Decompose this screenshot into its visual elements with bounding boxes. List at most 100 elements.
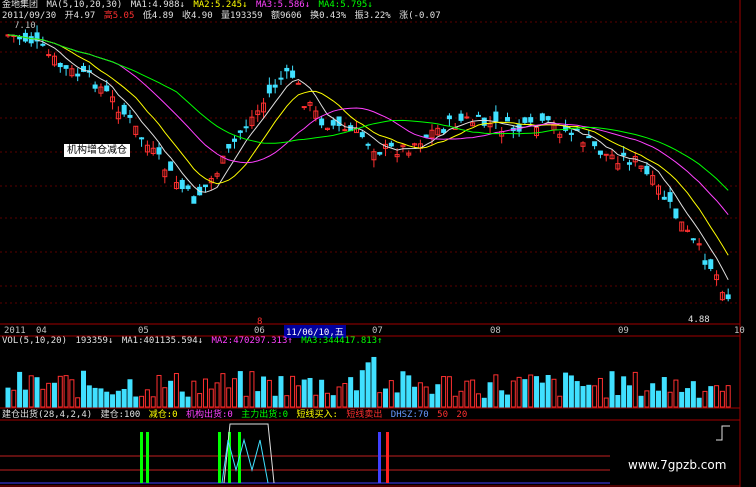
volume-bar	[423, 386, 429, 408]
volume-bar	[685, 388, 691, 408]
volume-bar	[202, 378, 208, 408]
volume-bar	[40, 388, 46, 408]
volume-bar	[330, 395, 336, 408]
watermark: www.7gpzb.com	[628, 458, 727, 472]
volume-bar	[353, 390, 359, 408]
level-20: 20	[456, 410, 468, 420]
candle-body	[446, 115, 452, 120]
volume-bar	[168, 380, 174, 408]
candle-body	[295, 82, 301, 85]
volume-bar	[417, 382, 423, 408]
candle-body	[626, 162, 632, 165]
volume-bar	[46, 382, 52, 408]
volume-bar	[295, 385, 301, 408]
candle-body	[377, 152, 383, 155]
candle-body	[290, 70, 296, 78]
volume-bar	[133, 396, 139, 408]
candle-body	[202, 184, 208, 188]
month-label: 06	[254, 326, 265, 336]
volume-bar	[504, 394, 510, 408]
candle-body	[92, 84, 98, 89]
volume-bar	[34, 377, 40, 408]
volume-bar	[173, 373, 179, 408]
volume-bar	[493, 374, 499, 408]
volume-bar	[226, 387, 232, 408]
volume-bar	[632, 371, 638, 408]
jiancang-out-value: 减仓:0	[148, 410, 178, 420]
volume-bar	[208, 388, 214, 408]
candle-body	[621, 152, 627, 156]
candle-body	[661, 196, 667, 200]
candle-body	[667, 192, 673, 202]
volume-bar	[139, 395, 145, 408]
candle-body	[458, 113, 464, 121]
volume-bar	[592, 385, 598, 408]
candle-body	[441, 129, 447, 133]
month-label: 05	[138, 326, 149, 336]
volume-bar	[516, 376, 522, 408]
volume-bar	[185, 396, 191, 408]
volume-bar	[243, 395, 249, 408]
volume-bar	[667, 391, 673, 408]
volume-bar	[574, 381, 580, 408]
volume-bar	[481, 397, 487, 408]
volume-bar	[557, 395, 563, 408]
volume-bar	[638, 395, 644, 408]
candle-body	[365, 143, 371, 146]
candle-body	[266, 84, 272, 94]
volume-bar	[539, 382, 545, 408]
volume-bar	[499, 390, 505, 408]
volume-bar	[626, 385, 632, 408]
volume-bar	[98, 388, 104, 408]
volume-bar	[342, 382, 348, 408]
volume-bar	[266, 379, 272, 408]
volume-bar	[679, 391, 685, 408]
mini-indicator	[716, 425, 730, 441]
volume-bar	[17, 371, 23, 408]
volume-bar	[127, 379, 133, 408]
volume-bar	[429, 393, 435, 408]
volume-bar	[371, 356, 377, 408]
candle-body	[139, 137, 145, 140]
low-price-label: 4.88	[688, 315, 710, 325]
dhsz-value: DHSZ:70	[390, 410, 429, 420]
candle-body	[185, 185, 191, 190]
volume-bar	[597, 377, 603, 408]
volume-bar	[115, 390, 121, 408]
candle-body	[104, 85, 110, 92]
volume-bar	[232, 378, 238, 408]
volume-bar	[435, 384, 441, 408]
volume-bar	[377, 392, 383, 408]
volume-bar	[75, 397, 81, 408]
volume-bar	[400, 371, 406, 408]
level-50: 50	[437, 410, 448, 420]
volume-bar	[545, 374, 551, 408]
volume-bar	[452, 395, 458, 408]
volume-bar	[319, 379, 325, 408]
candle-body	[708, 259, 714, 270]
volume-bar	[22, 389, 28, 408]
signal-bar	[386, 432, 389, 483]
candle-body	[644, 165, 650, 175]
volume-bar	[63, 375, 69, 408]
volume-bar	[580, 386, 586, 408]
volume-bar	[284, 395, 290, 408]
volume-bar	[11, 389, 17, 408]
volume-bar	[197, 393, 203, 408]
volume-bar	[470, 379, 476, 408]
volume-bar	[28, 375, 34, 408]
volume-bar	[110, 394, 116, 408]
candle-body	[232, 138, 238, 142]
volume-bar	[57, 375, 63, 408]
signal-bar	[146, 432, 149, 483]
candle-body	[597, 150, 603, 155]
candle-body	[301, 106, 307, 109]
volume-bar	[708, 386, 714, 408]
candle-body	[57, 63, 63, 68]
volume-bar	[249, 371, 255, 408]
volume-bar	[307, 377, 313, 408]
jiancang-value: 建仓:100	[100, 410, 141, 420]
candle-body	[522, 117, 528, 123]
volume-bar	[568, 375, 574, 408]
candle-body	[725, 294, 731, 300]
